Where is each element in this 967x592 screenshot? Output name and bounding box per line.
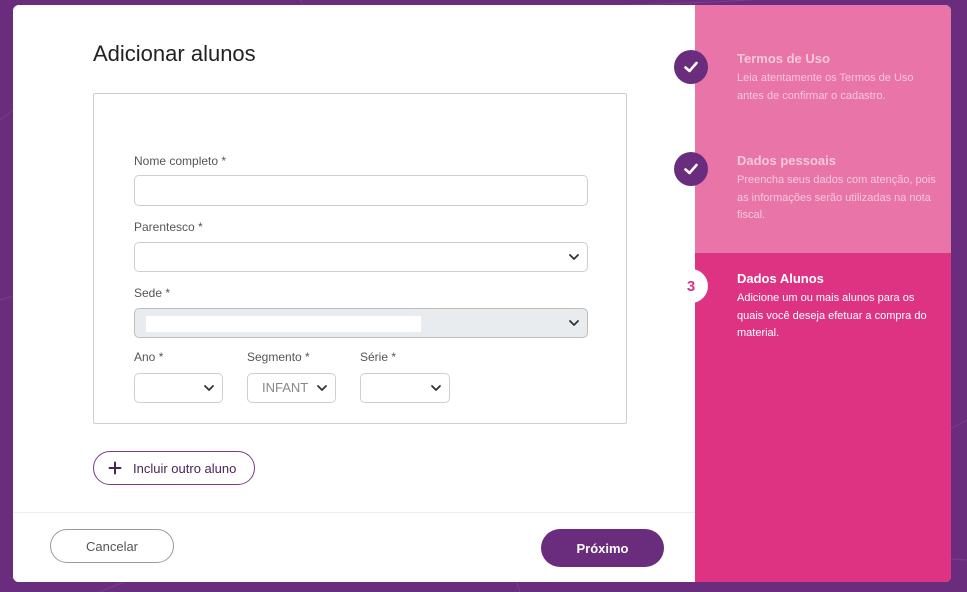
add-student-label: Incluir outro aluno bbox=[133, 461, 237, 476]
sede-value-redacted bbox=[146, 316, 421, 332]
step-3-description: Adicione um ou mais alunos para os quais… bbox=[737, 292, 927, 339]
step-3-number: 3 bbox=[686, 277, 696, 295]
step-1-badge bbox=[674, 50, 708, 84]
required-marker: * bbox=[165, 286, 171, 300]
sede-select[interactable] bbox=[134, 308, 588, 338]
chevron-down-icon bbox=[317, 385, 327, 391]
required-marker: * bbox=[158, 350, 164, 364]
step-2-description: Preencha seus dados com atenção, pois as… bbox=[737, 174, 936, 221]
step-3-title: Dados Alunos bbox=[737, 271, 824, 286]
nome-completo-input[interactable] bbox=[134, 175, 588, 206]
check-icon bbox=[684, 61, 698, 73]
required-marker: * bbox=[221, 154, 227, 168]
cancel-button[interactable]: Cancelar bbox=[50, 529, 174, 563]
segmento-label-text: Segmento bbox=[247, 350, 302, 364]
sede-label: Sede * bbox=[134, 286, 170, 300]
step-1-title: Termos de Uso bbox=[737, 51, 830, 66]
check-icon bbox=[684, 163, 698, 175]
required-marker: * bbox=[305, 350, 310, 364]
nome-completo-label: Nome completo * bbox=[134, 154, 226, 168]
page-title: Adicionar alunos bbox=[93, 41, 256, 66]
nome-completo-label-text: Nome completo bbox=[134, 154, 219, 168]
required-marker: * bbox=[198, 220, 203, 234]
sede-label-text: Sede bbox=[134, 286, 163, 300]
ano-select[interactable] bbox=[134, 373, 223, 403]
plus-icon bbox=[108, 461, 122, 475]
step-2-title: Dados pessoais bbox=[737, 153, 836, 168]
form-footer: Cancelar Próximo bbox=[13, 512, 695, 582]
chevron-down-icon bbox=[204, 385, 214, 391]
parentesco-label: Parentesco * bbox=[134, 220, 203, 234]
step-3-badge: 3 bbox=[674, 269, 708, 303]
step-1-description: Leia atentamente os Termos de Uso antes … bbox=[737, 72, 914, 102]
add-student-button[interactable]: Incluir outro aluno bbox=[93, 451, 255, 485]
registration-card: Adicionar alunos Nome completo * Parente… bbox=[13, 5, 951, 582]
parentesco-select[interactable] bbox=[134, 242, 588, 272]
chevron-down-icon bbox=[431, 385, 441, 391]
main-panel: Adicionar alunos Nome completo * Parente… bbox=[13, 5, 695, 582]
student-form: Nome completo * Parentesco * Sede * Ano … bbox=[93, 93, 627, 424]
ano-label: Ano * bbox=[134, 350, 163, 364]
chevron-down-icon bbox=[569, 320, 579, 326]
segmento-label: Segmento * bbox=[247, 350, 310, 364]
serie-label-text: Série bbox=[360, 350, 389, 364]
chevron-down-icon bbox=[569, 254, 579, 260]
required-marker: * bbox=[391, 350, 397, 364]
step-2-badge bbox=[674, 152, 708, 186]
parentesco-label-text: Parentesco bbox=[134, 220, 195, 234]
next-button[interactable]: Próximo bbox=[541, 529, 664, 567]
steps-sidebar: Termos de Uso Leia atentamente os Termos… bbox=[674, 5, 951, 582]
ano-label-text: Ano bbox=[134, 350, 156, 364]
segmento-select[interactable]: INFANT bbox=[247, 373, 336, 403]
segmento-value: INFANT bbox=[262, 380, 309, 395]
serie-label: Série * bbox=[360, 350, 396, 364]
serie-select[interactable] bbox=[360, 373, 450, 403]
